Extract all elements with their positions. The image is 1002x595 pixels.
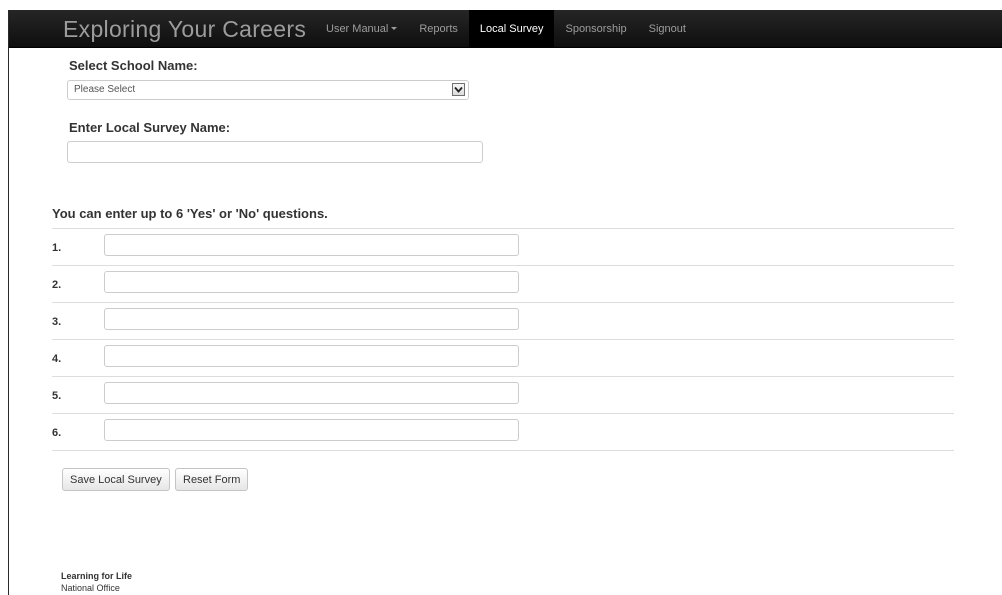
question-number: 3. xyxy=(52,316,62,328)
nav-menu: User Manual Reports Local Survey Sponsor… xyxy=(315,10,697,47)
question-input-3[interactable] xyxy=(104,308,519,330)
question-row: 1. xyxy=(52,228,954,265)
question-row: 4. xyxy=(52,339,954,376)
nav-user-manual[interactable]: User Manual xyxy=(315,10,408,47)
question-input-6[interactable] xyxy=(104,419,519,441)
question-input-5[interactable] xyxy=(104,382,519,404)
question-number: 1. xyxy=(52,242,62,254)
question-row: 6. xyxy=(52,413,954,451)
question-row: 3. xyxy=(52,302,954,339)
nav-user-manual-label: User Manual xyxy=(326,22,389,35)
nav-sponsorship[interactable]: Sponsorship xyxy=(554,10,637,47)
school-select-value: Please Select xyxy=(74,84,136,95)
question-input-4[interactable] xyxy=(104,345,519,367)
footer-org-name: Learning for Life xyxy=(61,571,133,581)
left-border xyxy=(8,10,9,595)
chevron-down-icon[interactable] xyxy=(452,83,465,96)
top-navbar: Exploring Your Careers User Manual Repor… xyxy=(9,10,1002,48)
nav-signout-label: Signout xyxy=(648,22,686,35)
nav-local-survey[interactable]: Local Survey xyxy=(468,10,555,47)
questions-list: 1. 2. 3. 4. 5. 6. xyxy=(52,228,954,451)
nav-sponsorship-label: Sponsorship xyxy=(565,22,627,35)
nav-local-survey-label: Local Survey xyxy=(479,22,544,35)
save-local-survey-button[interactable]: Save Local Survey xyxy=(62,468,170,491)
question-input-1[interactable] xyxy=(104,234,519,256)
question-number: 5. xyxy=(52,390,62,402)
question-row: 5. xyxy=(52,376,954,413)
reset-form-button[interactable]: Reset Form xyxy=(175,468,249,491)
question-row: 2. xyxy=(52,265,954,302)
survey-name-label: Enter Local Survey Name: xyxy=(69,120,231,135)
question-number: 6. xyxy=(52,427,62,439)
brand-title[interactable]: Exploring Your Careers xyxy=(63,16,306,43)
footer-office: National Office xyxy=(61,583,120,593)
nav-reports-label: Reports xyxy=(419,22,458,35)
school-name-label: Select School Name: xyxy=(69,58,198,73)
question-number: 2. xyxy=(52,279,62,291)
nav-reports[interactable]: Reports xyxy=(408,10,469,47)
school-select[interactable]: Please Select xyxy=(67,80,469,100)
survey-name-input[interactable] xyxy=(67,141,483,163)
questions-heading: You can enter up to 6 'Yes' or 'No' ques… xyxy=(52,206,328,221)
question-number: 4. xyxy=(52,353,62,365)
nav-signout[interactable]: Signout xyxy=(638,10,697,47)
question-input-2[interactable] xyxy=(104,271,519,293)
chevron-down-icon xyxy=(391,27,398,30)
